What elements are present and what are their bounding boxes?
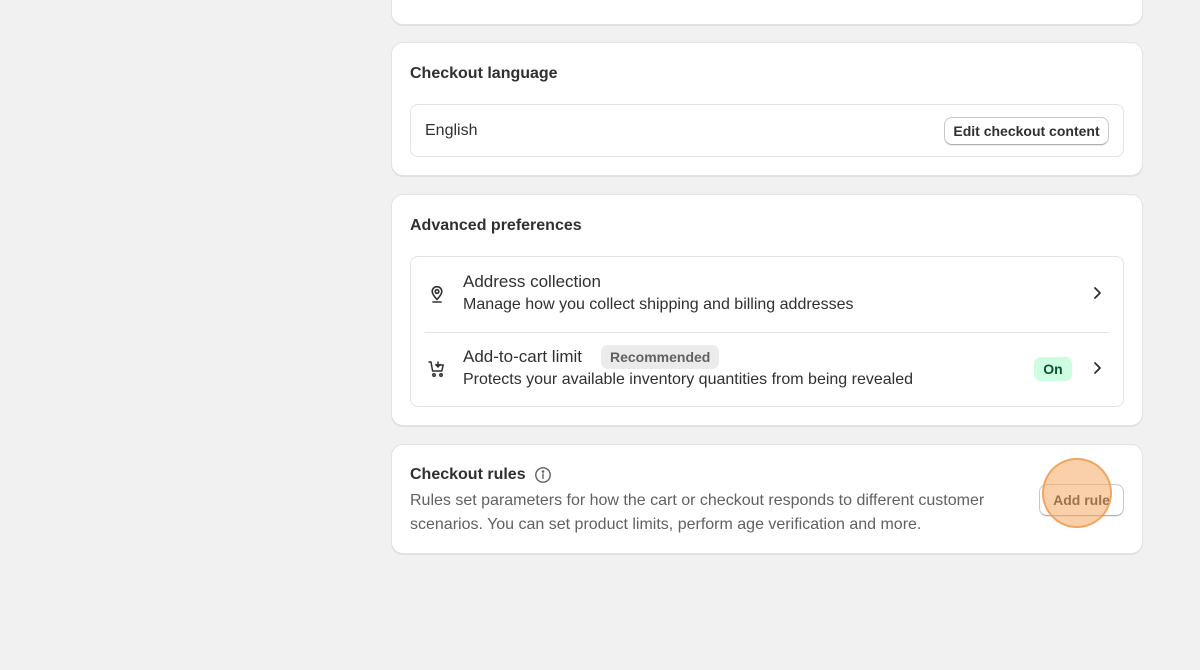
- advanced-preferences-card: Advanced preferences Address collection …: [391, 194, 1143, 426]
- checkout-language-title: Checkout language: [410, 65, 558, 82]
- add-to-cart-limit-subtitle: Protects your available inventory quanti…: [463, 371, 914, 388]
- chevron-right-icon: [1094, 362, 1101, 374]
- address-collection-title: Address collection: [463, 272, 601, 291]
- location-pin-icon: [431, 285, 443, 303]
- checkout-rules-description: Rules set parameters for how the cart or…: [410, 492, 985, 533]
- checkout-language-value: English: [425, 122, 478, 139]
- advanced-preferences-title: Advanced preferences: [410, 217, 582, 234]
- previous-settings-card: [391, 0, 1143, 25]
- add-rule-button[interactable]: Add rule: [1039, 484, 1124, 516]
- cart-limit-icon: [428, 361, 444, 377]
- checkout-rules-card: Checkout rules Rules set parameters for …: [391, 444, 1143, 554]
- chevron-right-icon: [1094, 287, 1101, 299]
- checkout-language-box: English Edit checkout content: [410, 104, 1124, 157]
- recommended-badge: Recommended: [601, 345, 720, 369]
- checkout-rules-header: Checkout rules: [410, 466, 552, 484]
- edit-checkout-content-button[interactable]: Edit checkout content: [944, 117, 1109, 145]
- address-collection-row[interactable]: Address collection Manage how you collec…: [411, 257, 1123, 332]
- checkout-language-card: Checkout language English Edit checkout …: [391, 42, 1143, 176]
- address-collection-subtitle: Manage how you collect shipping and bill…: [463, 296, 854, 313]
- status-badge: On: [1034, 357, 1072, 381]
- add-to-cart-limit-row[interactable]: Add-to-cart limit Recommended Protects y…: [411, 332, 1123, 407]
- checkout-rules-title: Checkout rules: [410, 466, 526, 483]
- advanced-preferences-list: Address collection Manage how you collec…: [410, 256, 1124, 407]
- info-icon[interactable]: [534, 466, 552, 484]
- add-to-cart-limit-title: Add-to-cart limit: [463, 347, 583, 366]
